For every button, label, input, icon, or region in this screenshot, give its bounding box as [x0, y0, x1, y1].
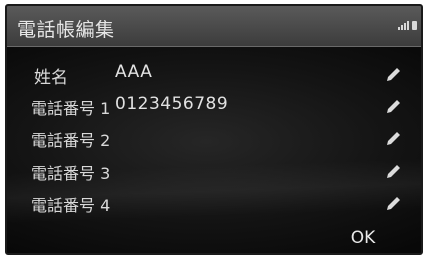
pencil-icon [387, 68, 400, 81]
title-bar: 電話帳編集 [7, 6, 421, 47]
phone-number-2-row: 電話番号 2 [7, 123, 421, 153]
edit-name-button[interactable] [379, 59, 409, 89]
pencil-icon [387, 197, 400, 210]
edit-phone-number-4-button[interactable] [379, 188, 409, 218]
phone-number-1-row: 電話番号 1 0123456789 [7, 91, 421, 121]
phone-number-1-value: 0123456789 [115, 94, 229, 114]
phone-number-4-row: 電話番号 4 [7, 188, 421, 218]
pencil-icon [387, 165, 400, 178]
pencil-icon [387, 132, 400, 145]
signal-icon [398, 20, 409, 30]
edit-phone-number-2-button[interactable] [379, 123, 409, 153]
phone-number-4-label: 電話番号 4 [31, 196, 111, 215]
name-label: 姓名 [34, 68, 68, 88]
device-frame: 電話帳編集 姓名 AAA 電話番号 1 0123456789 電話番号 2 電話… [0, 0, 427, 259]
name-row: 姓名 AAA [7, 59, 421, 89]
phone-number-3-label: 電話番号 3 [31, 164, 111, 183]
page-title: 電話帳編集 [17, 19, 115, 41]
ok-button[interactable]: OK [337, 224, 389, 252]
battery-icon [412, 21, 417, 30]
status-icons [398, 16, 417, 30]
phone-number-3-row: 電話番号 3 [7, 156, 421, 186]
pencil-icon [387, 100, 400, 113]
phone-number-2-label: 電話番号 2 [31, 131, 111, 150]
name-value: AAA [115, 62, 153, 82]
edit-phone-number-3-button[interactable] [379, 156, 409, 186]
edit-phone-number-1-button[interactable] [379, 91, 409, 121]
phone-number-1-label: 電話番号 1 [31, 99, 111, 118]
screen: 電話帳編集 姓名 AAA 電話番号 1 0123456789 電話番号 2 電話… [5, 4, 423, 255]
